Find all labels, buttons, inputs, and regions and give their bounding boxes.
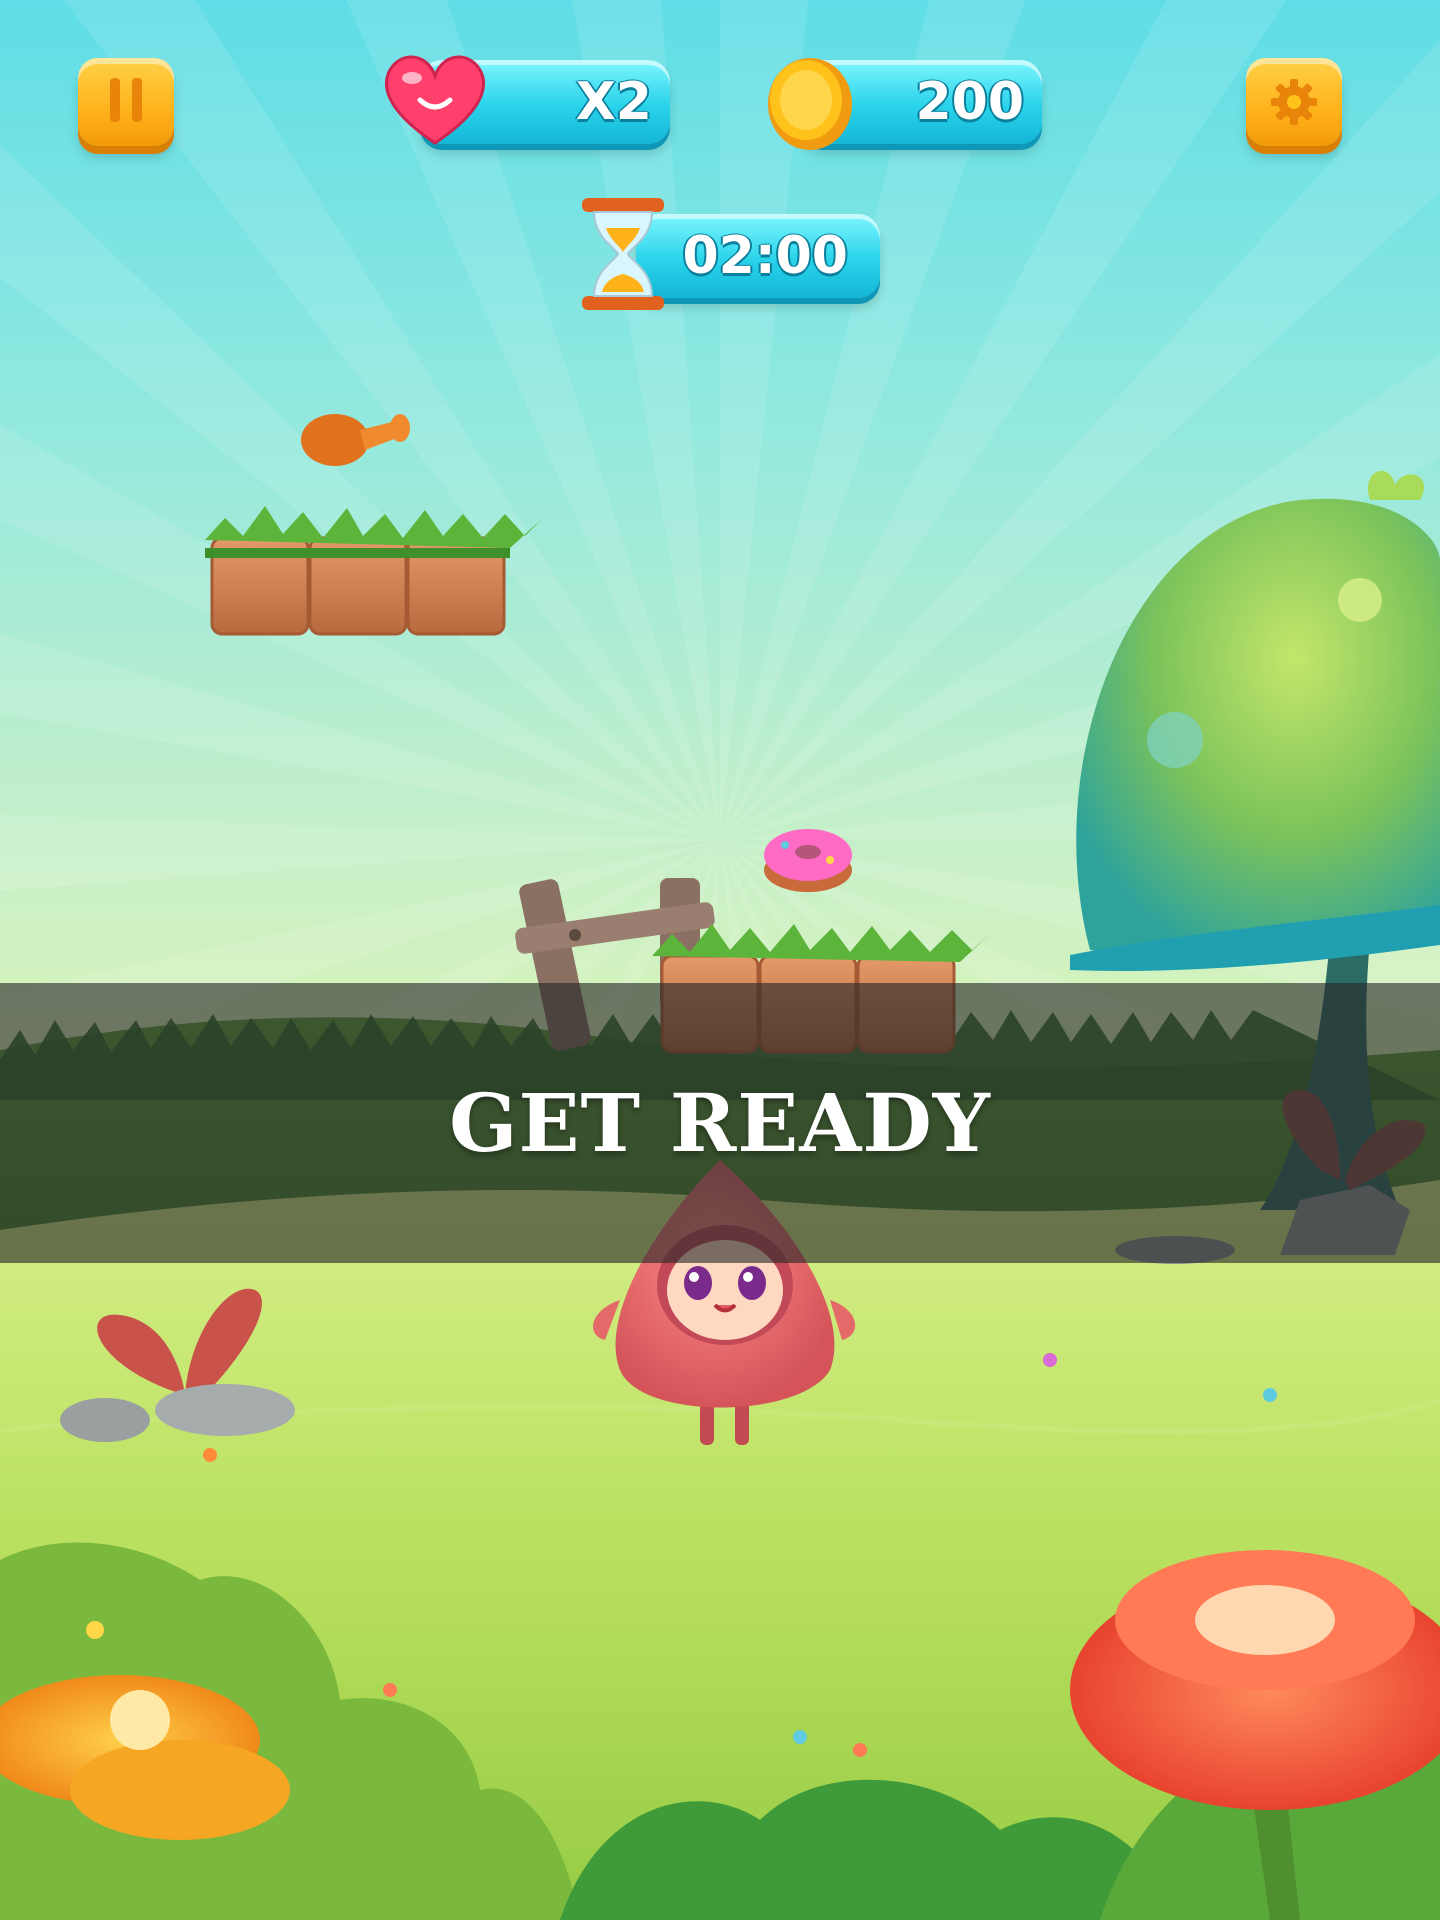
donut-item	[764, 829, 852, 892]
lives-value: X2	[575, 72, 652, 132]
coin-value: 200	[915, 72, 1024, 132]
gear-icon	[1271, 79, 1317, 125]
heart-icon	[385, 55, 485, 145]
get-ready-banner: GET READY	[0, 983, 1440, 1263]
game-scene: X2 200 02:00 GET READY	[0, 0, 1440, 1920]
settings-button[interactable]	[1246, 58, 1342, 146]
platform-upper	[205, 506, 543, 636]
coin-icon	[768, 58, 852, 150]
drumstick-item	[301, 414, 410, 466]
timer-value: 02:00	[682, 226, 848, 286]
pause-icon-bar-right	[132, 78, 142, 122]
pause-button[interactable]	[78, 58, 174, 146]
hourglass-icon	[582, 198, 664, 310]
pause-icon	[110, 78, 120, 122]
get-ready-text: GET READY	[449, 1076, 991, 1170]
timer-display: 02:00	[636, 214, 880, 298]
